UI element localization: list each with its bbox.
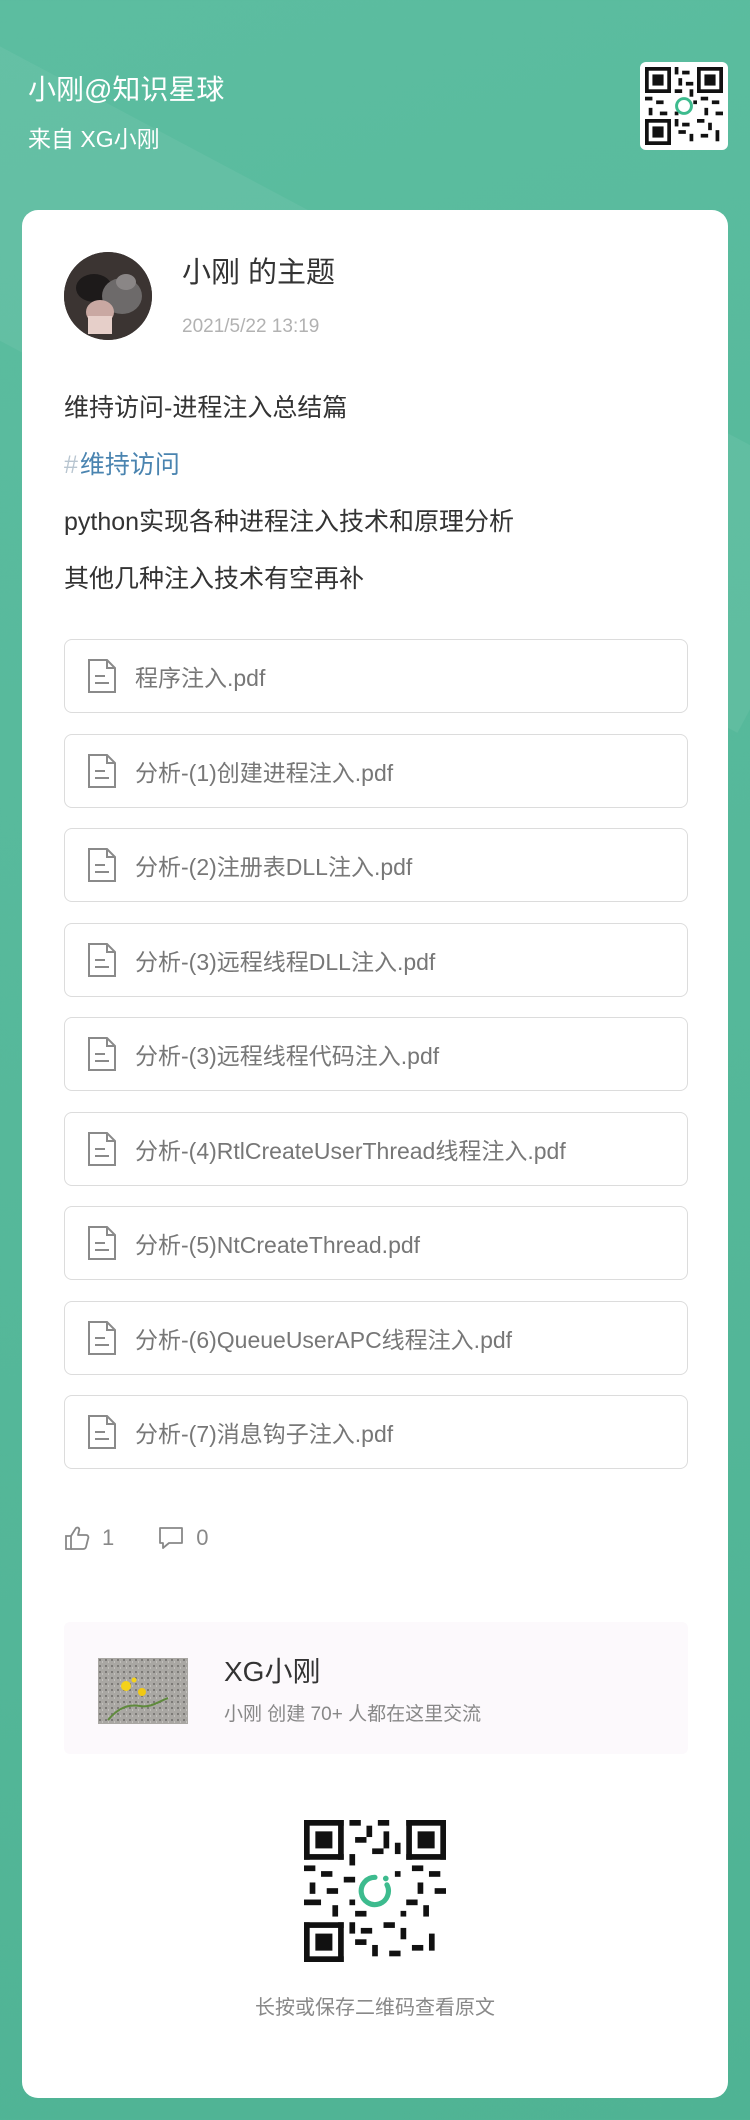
comment-icon <box>159 1527 184 1549</box>
attachment-item[interactable]: 程序注入.pdf <box>64 639 688 713</box>
document-icon <box>88 1226 116 1260</box>
attachment-item[interactable]: 分析-(6)QueueUserAPC线程注入.pdf <box>64 1300 688 1375</box>
topic-tag[interactable]: 维持访问 <box>80 451 180 479</box>
attachment-name: 分析-(3)远程线程DLL注入.pdf <box>135 948 436 975</box>
attachment-item[interactable]: 分析-(1)创建进程注入.pdf <box>64 733 688 808</box>
attachment-name: 分析-(4)RtlCreateUserThread线程注入.pdf <box>135 1137 566 1164</box>
attachment-name: 分析-(1)创建进程注入.pdf <box>135 759 394 786</box>
document-icon <box>88 1320 116 1355</box>
attachment-item[interactable]: 分析-(7)消息钩子注入.pdf <box>64 1395 688 1469</box>
document-icon <box>88 942 116 977</box>
document-icon <box>88 753 116 788</box>
post-card: 小刚 的主题 2021/5/22 13:19 维持访问-进程注入总结篇 #维持访… <box>22 210 728 2098</box>
comment-count: 0 <box>196 1525 209 1550</box>
attachment-name: 分析-(2)注册表DLL注入.pdf <box>135 854 413 880</box>
planet-title: 小刚@知识星球 <box>28 74 225 105</box>
hash-symbol: # <box>64 451 78 479</box>
post-date: 2021/5/22 13:19 <box>182 316 320 337</box>
source-label: 来自 XG小刚 <box>28 126 160 152</box>
header: 小刚@知识星球 来自 XG小刚 <box>0 0 750 210</box>
planet-cover-photo <box>98 1658 188 1724</box>
post-line-4: 其他几种注入技术有空再补 <box>64 565 365 593</box>
post-tag-line: #维持访问 <box>64 437 684 494</box>
like-button[interactable]: 1 <box>64 1525 114 1551</box>
attachment-name: 分析-(7)消息钩子注入.pdf <box>135 1421 394 1447</box>
attachment-item[interactable]: 分析-(2)注册表DLL注入.pdf <box>64 828 688 902</box>
planet-name: XG小刚 <box>224 1656 321 1687</box>
attachment-name: 分析-(5)NtCreateThread.pdf <box>135 1232 421 1258</box>
post-qr-code[interactable] <box>304 1820 446 1962</box>
avatar-photo <box>64 252 152 340</box>
attachment-name: 分析-(3)远程线程代码注入.pdf <box>135 1043 440 1069</box>
like-count: 1 <box>102 1525 115 1550</box>
attachment-item[interactable]: 分析-(3)远程线程DLL注入.pdf <box>64 922 688 997</box>
post-line-1: 维持访问-进程注入总结篇 <box>64 394 348 422</box>
attachment-list: 程序注入.pdf 分析-(1)创建进程注入.pdf 分析-(2)注册表DLL注入… <box>64 639 688 1490</box>
document-icon <box>88 1037 116 1071</box>
avatar[interactable] <box>64 252 152 340</box>
attachment-item[interactable]: 分析-(5)NtCreateThread.pdf <box>64 1206 688 1280</box>
header-qr-code[interactable] <box>640 62 728 150</box>
attachment-item[interactable]: 分析-(4)RtlCreateUserThread线程注入.pdf <box>64 1111 688 1186</box>
planet-description: 小刚 创建 70+ 人都在这里交流 <box>224 1704 482 1725</box>
thumbs-up-icon <box>65 1526 90 1550</box>
document-icon <box>88 848 116 882</box>
post-actions: 1 0 <box>64 1516 253 1560</box>
attachment-item[interactable]: 分析-(3)远程线程代码注入.pdf <box>64 1017 688 1091</box>
qr-code-icon <box>645 67 723 145</box>
attachment-name: 分析-(6)QueueUserAPC线程注入.pdf <box>135 1326 513 1353</box>
planet-cover-image <box>98 1658 188 1724</box>
document-icon <box>88 1415 116 1449</box>
comment-button[interactable]: 0 <box>158 1525 209 1551</box>
document-icon <box>88 659 116 693</box>
qr-hint-text: 长按或保存二维码查看原文 <box>255 1997 495 2019</box>
post-content: 维持访问-进程注入总结篇 #维持访问 python实现各种进程注入技术和原理分析… <box>64 380 684 608</box>
planet-info-box[interactable]: XG小刚 小刚 创建 70+ 人都在这里交流 <box>64 1622 688 1754</box>
qr-code-icon <box>304 1820 446 1962</box>
post-author-title: 小刚 的主题 <box>182 257 336 289</box>
attachment-name: 程序注入.pdf <box>135 665 266 691</box>
post-line-3: python实现各种进程注入技术和原理分析 <box>64 508 515 536</box>
document-icon <box>88 1131 116 1166</box>
